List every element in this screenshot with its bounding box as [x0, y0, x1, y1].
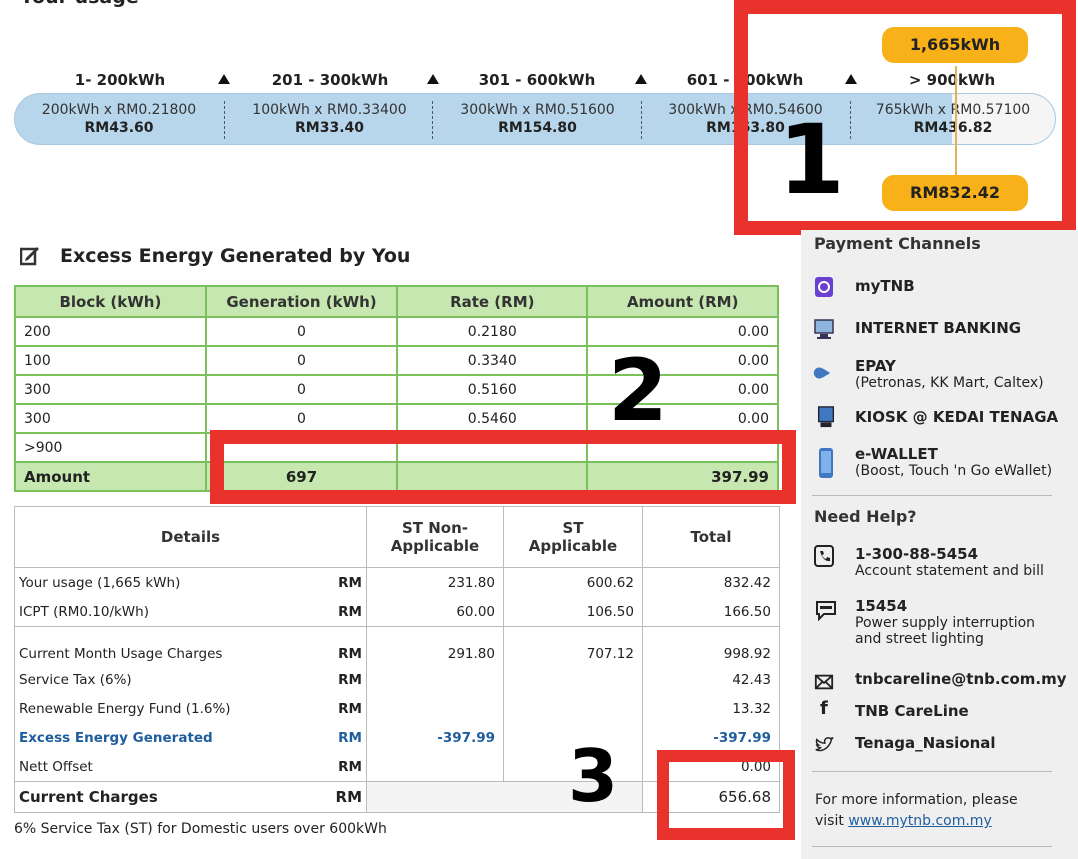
edit-icon — [20, 247, 39, 266]
help-email[interactable]: tnbcareline@tnb.com.my — [855, 670, 1067, 688]
tier-range-3: 301 - 600kWh — [478, 71, 596, 89]
divider — [812, 495, 1052, 496]
highlight-box-3 — [657, 750, 795, 840]
service-tax-note: 6% Service Tax (ST) for Domestic users o… — [14, 821, 387, 837]
divider — [812, 771, 1052, 772]
tier-divider — [432, 101, 433, 139]
table-row: Renewable Energy Fund (1.6%) RM 13.32 — [14, 694, 780, 723]
payment-channels-title: Payment Channels — [814, 234, 981, 253]
payment-mytnb[interactable]: myTNB — [855, 277, 915, 295]
twitter-icon — [815, 737, 834, 752]
table-row: ICPT (RM0.10/kWh) RM 60.00 106.50 166.50 — [14, 597, 780, 627]
callout-number-3: 3 — [568, 734, 619, 818]
facebook-icon: f — [820, 698, 828, 719]
kiosk-icon — [817, 406, 835, 428]
tier-cell-1: 200kWh x RM0.21800 RM43.60 — [41, 102, 197, 136]
usage-title-fragment: Your usage — [20, 0, 139, 8]
internet-banking-icon — [814, 319, 834, 339]
help-facebook[interactable]: TNB CareLine — [855, 702, 969, 720]
help-sms[interactable]: 15454 Power supply interruption and street… — [855, 597, 1035, 647]
mail-icon — [814, 674, 834, 690]
tier-range-1: 1- 200kWh — [74, 71, 166, 89]
phone-icon — [814, 545, 834, 567]
callout-number-2: 2 — [608, 341, 668, 441]
table-header-row: Details ST Non- Applicable ST Applicable… — [14, 506, 780, 568]
tier-divider — [224, 101, 225, 139]
payment-internet-banking[interactable]: INTERNET BANKING — [855, 319, 1021, 337]
table-header-row: Block (kWh) Generation (kWh) Rate (RM) A… — [14, 285, 779, 318]
callout-number-1: 1 — [778, 104, 845, 216]
table-row: Current Month Usage Charges RM 291.80 707.… — [14, 626, 780, 665]
tier-cell-3: 300kWh x RM0.51600 RM154.80 — [460, 102, 615, 136]
help-twitter[interactable]: Tenaga_Nasional — [855, 734, 996, 752]
table-row: Excess Energy Generated RM -397.99 -397.9… — [14, 723, 780, 752]
payment-ewallet[interactable]: e-WALLET (Boost, Touch 'n Go eWallet) — [855, 445, 1052, 479]
tier-range-2: 201 - 300kWh — [271, 71, 389, 89]
highlight-box-2 — [210, 430, 796, 504]
tier-marker-icon — [635, 74, 647, 84]
tier-marker-icon — [218, 74, 230, 84]
payment-kiosk[interactable]: KIOSK @ KEDAI TENAGA — [855, 408, 1058, 426]
table-row: Service Tax (6%) RM 42.43 — [14, 665, 780, 694]
section-title-excess-energy: Excess Energy Generated by You — [60, 245, 411, 267]
mytnb-app-icon — [815, 277, 833, 297]
divider — [812, 846, 1052, 847]
epay-icon — [813, 367, 831, 379]
mytnb-website-link[interactable]: www.mytnb.com.my — [848, 813, 991, 829]
need-help-title: Need Help? — [814, 507, 917, 526]
more-info-text: For more information, please visit www.m… — [815, 792, 1018, 829]
payment-epay[interactable]: EPAY (Petronas, KK Mart, Caltex) — [855, 357, 1044, 391]
ewallet-phone-icon — [819, 448, 833, 478]
table-row: Your usage (1,665 kWh) RM 231.80 600.62 83… — [14, 567, 780, 597]
tier-cell-2: 100kWh x RM0.33400 RM33.40 — [252, 102, 407, 136]
tier-marker-icon — [427, 74, 439, 84]
help-phone[interactable]: 1-300-88-5454 Account statement and bill — [855, 545, 1044, 579]
sms-icon — [816, 601, 836, 621]
tier-divider — [641, 101, 642, 139]
